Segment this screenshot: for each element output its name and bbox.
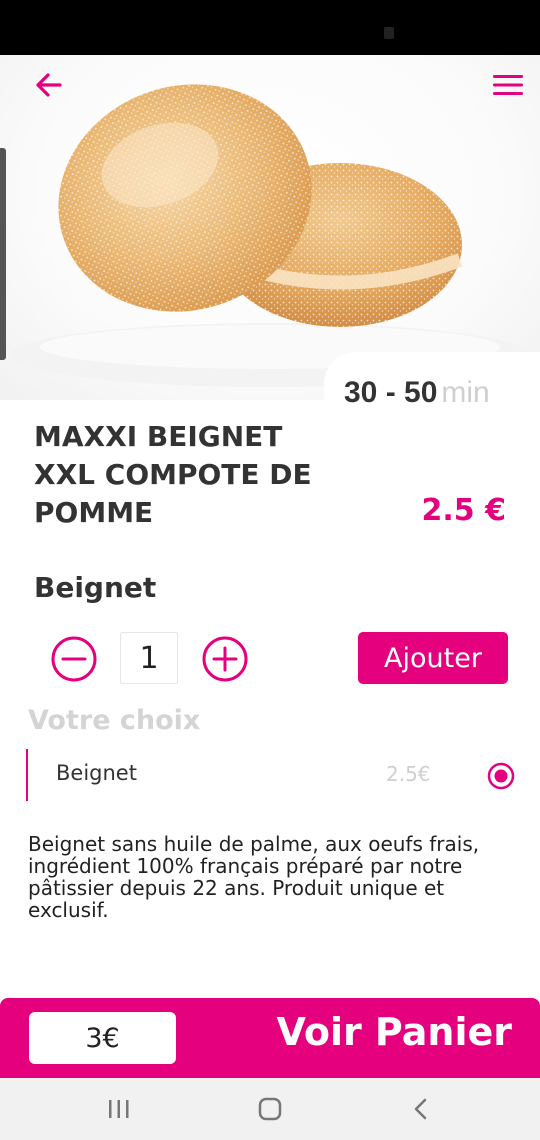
radio-selected-icon — [487, 762, 515, 790]
nav-back-icon — [414, 1098, 427, 1120]
cart-total: 3€ — [29, 1012, 176, 1064]
home-icon — [258, 1097, 282, 1121]
hamburger-menu-icon — [493, 75, 523, 95]
product-title: MAXXI BEIGNET XXL COMPOTE DE POMME — [34, 420, 312, 529]
choice-heading: Votre choix — [28, 705, 201, 736]
view-cart-button[interactable]: Voir Panier — [277, 1010, 513, 1054]
delivery-time-unit: min — [441, 376, 490, 409]
delivery-time: 30 - 50 min — [344, 376, 490, 410]
option-label: Beignet — [56, 761, 137, 785]
status-indicator-icon — [384, 27, 394, 39]
product-price: 2.5 € — [421, 493, 506, 528]
decrement-button[interactable] — [50, 635, 98, 683]
recents-button[interactable] — [104, 1096, 134, 1122]
minus-circle-icon — [51, 636, 97, 682]
home-button[interactable] — [255, 1096, 285, 1122]
add-to-cart-button[interactable]: Ajouter — [358, 632, 508, 684]
option-row[interactable]: Beignet 2.5€ — [26, 749, 526, 801]
option-price: 2.5€ — [386, 762, 431, 786]
menu-button[interactable] — [488, 68, 528, 102]
option-indicator-bar — [26, 749, 28, 801]
option-radio[interactable] — [487, 762, 515, 790]
quantity-value[interactable]: 1 — [120, 632, 178, 684]
recents-icon — [109, 1100, 129, 1118]
product-image — [0, 55, 540, 400]
arrow-left-icon — [36, 73, 62, 97]
product-description: Beignet sans huile de palme, aux oeufs f… — [28, 832, 480, 922]
plus-circle-icon — [202, 636, 248, 682]
delivery-time-value: 30 - 50 — [344, 376, 438, 409]
increment-button[interactable] — [201, 635, 249, 683]
status-bar — [0, 0, 540, 55]
side-drawer-handle[interactable] — [0, 148, 6, 360]
product-category: Beignet — [34, 571, 157, 604]
back-button[interactable] — [28, 68, 68, 102]
nav-back-button[interactable] — [406, 1096, 436, 1122]
beignet-photo — [10, 84, 530, 387]
